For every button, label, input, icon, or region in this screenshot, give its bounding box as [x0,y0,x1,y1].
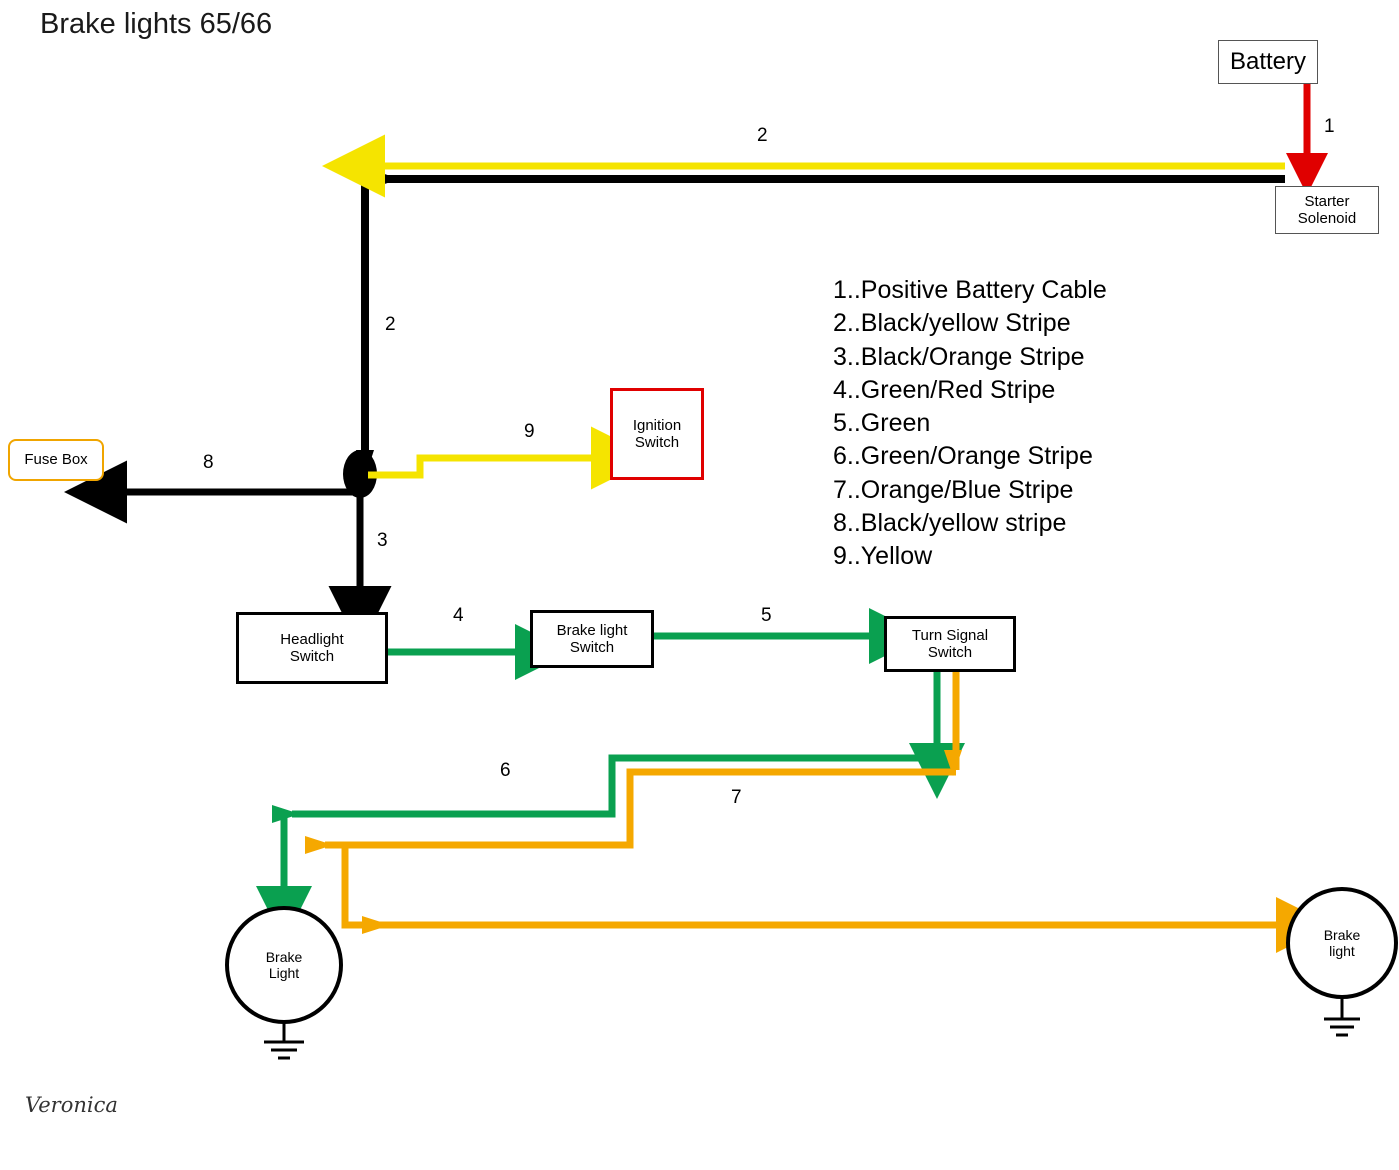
wire-label-2-top: 2 [757,125,768,146]
ground-symbol-right [1324,993,1360,1037]
wire-label-8: 8 [203,452,214,473]
node-brake-light-left[interactable]: Brake Light [225,906,343,1024]
wire-label-1: 1 [1324,116,1335,137]
node-headlight-switch[interactable]: Headlight Switch [236,612,388,684]
node-battery-label: Battery [1229,48,1307,76]
node-fuse-box-label: Fuse Box [24,451,88,469]
wire-label-9: 9 [524,421,535,442]
wire-label-2-vertical: 2 [385,314,396,335]
node-brake-light-switch[interactable]: Brake light Switch [530,610,654,668]
node-turn-signal-switch[interactable]: Turn Signal Switch [884,616,1016,672]
wire-label-6: 6 [500,760,511,781]
wire-2-black-yellow-stripe [322,134,1285,478]
wiring-lines [63,84,1360,1060]
node-fuse-box[interactable]: Fuse Box [8,439,104,481]
wire-6-green-orange-stripe [256,672,965,942]
legend-item: 9..Yellow [833,542,933,570]
legend-item: 4..Green/Red Stripe [833,375,1056,404]
wire-label-5: 5 [761,605,772,626]
legend-item: 6..Green/Orange Stripe [833,442,1093,471]
node-ignition-switch[interactable]: Ignition Switch [610,388,704,480]
node-ignition-switch-label: Ignition Switch [632,416,682,451]
wire-label-4: 4 [453,605,464,626]
legend-item: 8..Black/yellow stripe [833,508,1067,537]
node-battery[interactable]: Battery [1218,40,1318,84]
wire-label-7: 7 [731,787,742,808]
wiring-diagram-canvas: Brake lights 65/66 Battery Starter Solen… [0,0,1399,1170]
node-brake-light-switch-label: Brake light Switch [556,621,628,656]
legend-list: 1..Positive Battery Cable 2..Black/yello… [833,274,1107,573]
node-brake-light-left-label: Brake Light [265,948,303,981]
wire-7-orange-blue-stripe [305,672,1332,953]
legend-item: 7..Orange/Blue Stripe [833,475,1074,504]
node-headlight-switch-label: Headlight Switch [280,630,344,665]
legend-item: 3..Black/Orange Stripe [833,342,1085,371]
legend-item: 1..Positive Battery Cable [833,276,1107,304]
node-brake-light-right[interactable]: Brake light [1286,887,1398,999]
legend-item: 2..Black/yellow Stripe [833,309,1071,338]
node-starter-solenoid[interactable]: Starter Solenoid [1275,186,1379,234]
wire-label-3: 3 [377,530,388,551]
wire-9-yellow [368,426,654,490]
node-starter-solenoid-label: Starter Solenoid [1297,192,1357,227]
node-brake-light-right-label: Brake light [1323,926,1361,959]
node-turn-signal-switch-label: Turn Signal Switch [911,626,989,661]
author-signature: Veronica [25,1093,118,1117]
legend-item: 5..Green [833,409,931,437]
